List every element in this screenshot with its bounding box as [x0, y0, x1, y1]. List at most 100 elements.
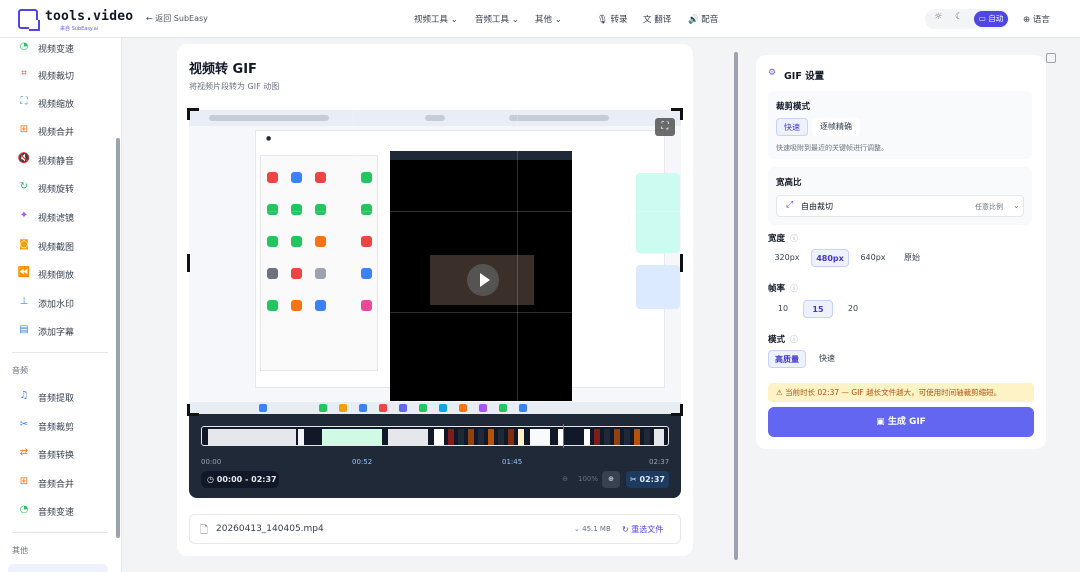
nav-transcribe[interactable]: 🎙 转录	[597, 13, 628, 25]
logo-text[interactable]: tools.video	[45, 9, 133, 24]
settings-title: GIF 设置	[784, 71, 825, 82]
speaker-icon: 🔊	[688, 15, 699, 25]
crop-mode-precise[interactable]: 逐帧精确	[812, 118, 860, 136]
sliders-icon: ⚙	[768, 68, 777, 78]
chevron-down-icon: ⌄	[450, 15, 458, 25]
crop-mode-fast[interactable]: 快速	[776, 118, 808, 136]
filter-icon: ✦	[19, 210, 29, 221]
fps-option-selected[interactable]: 15	[803, 300, 833, 318]
sidebar-item-audio-convert[interactable]: ⇄ 音频转换	[0, 444, 110, 464]
clock-icon: ◷	[207, 475, 214, 484]
language-label: 语言	[1032, 15, 1050, 25]
sidebar-item-video-screenshot[interactable]: ◙ 视频截图	[0, 236, 110, 256]
sidebar-item-video-crop[interactable]: ⌗ 视频裁切	[0, 65, 110, 85]
aspect-label: 宽高比	[776, 178, 802, 188]
width-option[interactable]: 原始	[897, 249, 927, 267]
language-button[interactable]: ⊕ 语言	[1023, 13, 1050, 25]
crop-handle-bottom-left[interactable]	[187, 404, 199, 416]
sidebar-item-video-mute[interactable]: 🔇 视频静音	[0, 150, 110, 170]
main-scrollbar-thumb[interactable]	[734, 52, 738, 560]
gif-settings-panel: ⚙ GIF 设置 裁剪模式 快速 逐帧精确 快速吸附到最近的关键帧进行调整。 宽…	[756, 55, 1046, 449]
sidebar-item-audio-extract[interactable]: ♫ 音频提取	[0, 387, 110, 407]
sidebar-item-add-watermark[interactable]: ⊥ 添加水印	[0, 293, 110, 313]
aspect-select[interactable]: ⤢ 自由裁切 任意比例 ⌄	[776, 195, 1024, 217]
main-scrollbar[interactable]	[734, 44, 738, 564]
info-icon[interactable]: ⓘ	[790, 283, 798, 294]
crop-handle-bottom-right[interactable]	[671, 404, 683, 416]
nav-label: 其他	[535, 15, 553, 25]
zoom-in-button[interactable]: ⊕	[602, 471, 620, 488]
duration-button[interactable]: ✂ 02:37	[626, 471, 669, 488]
file-size: ⌄ 45.1 MB	[574, 525, 611, 533]
width-option[interactable]: 640px	[854, 249, 892, 267]
moon-icon[interactable]: ☾	[955, 12, 963, 22]
nav-video-tools[interactable]: 视频工具 ⌄	[414, 13, 458, 25]
nav-label: 翻译	[654, 15, 672, 25]
zoom-in-icon: ⊕	[608, 475, 614, 483]
sun-icon[interactable]: ☼	[934, 12, 942, 22]
sidebar-item-active[interactable]	[8, 564, 108, 572]
os-taskbar	[189, 402, 681, 414]
timeline-tick: 02:37	[649, 458, 670, 466]
nav-translate[interactable]: 文 翻译	[643, 13, 671, 25]
sidebar-item-add-subtitle[interactable]: ▤ 添加字幕	[0, 321, 110, 341]
chevron-down-icon[interactable]: ⌄	[574, 525, 580, 533]
scale-icon: ⛶	[20, 96, 28, 107]
selected-range: ◷ 00:00 - 02:37	[201, 471, 279, 488]
warning-icon: ⚠	[776, 388, 783, 397]
sidebar-item-label: 添加水印	[38, 300, 75, 310]
timeline-panel: 00:00 00:52 01:45 02:37 ◷ 00:00 - 02:37 …	[189, 420, 681, 498]
info-icon[interactable]: ⓘ	[790, 233, 798, 244]
stamp-icon: ⊥	[19, 296, 29, 307]
fps-option[interactable]: 20	[838, 300, 868, 318]
sidebar-item-audio-cut[interactable]: ✂ 音频裁剪	[0, 416, 110, 436]
sidebar-item-audio-speed[interactable]: ◔ 音频变速	[0, 501, 110, 521]
sidebar-scrollbar[interactable]	[116, 138, 120, 538]
fullscreen-button[interactable]: ⛶	[655, 118, 675, 136]
file-icon: 🗋	[200, 525, 209, 536]
width-option-selected[interactable]: 480px	[811, 249, 849, 267]
page-title: 视频转 GIF	[189, 62, 257, 77]
crop-grid-line	[189, 312, 681, 313]
back-link[interactable]: ← 返回 SubEasy	[146, 13, 208, 24]
embedded-player	[390, 151, 572, 401]
crop-handle-right[interactable]	[680, 254, 683, 272]
mode-label: 模式	[768, 335, 786, 345]
sidebar-item-video-speed[interactable]: ◔ 视频变速	[0, 38, 110, 58]
file-name: 20260413_140405.mp4	[216, 524, 324, 534]
timeline-playhead[interactable]	[563, 424, 564, 448]
sidebar-heading-other: 其他	[12, 546, 28, 555]
sidebar-item-label: 音频裁剪	[38, 423, 75, 433]
logo-icon[interactable]	[18, 9, 40, 31]
sidebar-item-video-filter[interactable]: ✦ 视频滤镜	[0, 207, 110, 227]
nav-audio-tools[interactable]: 音频工具 ⌄	[475, 13, 519, 25]
camera-icon: ◙	[19, 239, 29, 250]
mode-option[interactable]: 快速	[811, 350, 843, 368]
top-bar: tools.video 来自 SubEasy.ai ← 返回 SubEasy 视…	[0, 0, 1080, 38]
play-button[interactable]	[467, 264, 499, 296]
play-icon	[480, 273, 490, 287]
crop-handle-top-left[interactable]	[187, 108, 199, 120]
mode-option-selected[interactable]: 高质量	[768, 350, 806, 368]
sidebar-item-video-reverse[interactable]: ⏪ 视频倒放	[0, 264, 110, 284]
video-preview[interactable]: ● ⛶	[187, 108, 683, 420]
sidebar-item-video-rotate[interactable]: ↻ 视频旋转	[0, 178, 110, 198]
reselect-file-button[interactable]: ↻ 重选文件	[622, 524, 663, 535]
nav-dub[interactable]: 🔊 配音	[688, 13, 718, 25]
mute-icon: 🔇	[17, 153, 31, 164]
panel-toggle-icon[interactable]	[1046, 53, 1056, 63]
zoom-out-icon: ⊖	[562, 475, 568, 483]
sidebar-item-video-scale[interactable]: ⛶ 视频缩放	[0, 93, 110, 113]
fps-option[interactable]: 10	[768, 300, 798, 318]
sidebar-heading-audio: 音频	[12, 366, 28, 375]
nav-other[interactable]: 其他 ⌄	[535, 13, 562, 25]
width-option[interactable]: 320px	[768, 249, 806, 267]
sidebar-item-video-merge[interactable]: ⊞ 视频合并	[0, 121, 110, 141]
theme-auto-button[interactable]: ▭ 自动	[974, 11, 1008, 27]
info-icon[interactable]: ⓘ	[790, 334, 798, 345]
generate-gif-button[interactable]: ▣ 生成 GIF	[768, 407, 1034, 437]
crop-handle-left[interactable]	[187, 254, 190, 272]
sidebar-item-audio-merge[interactable]: ⊞ 音频合并	[0, 473, 110, 493]
zoom-out-button[interactable]: ⊖	[556, 471, 574, 488]
timeline-filmstrip[interactable]	[201, 426, 669, 446]
